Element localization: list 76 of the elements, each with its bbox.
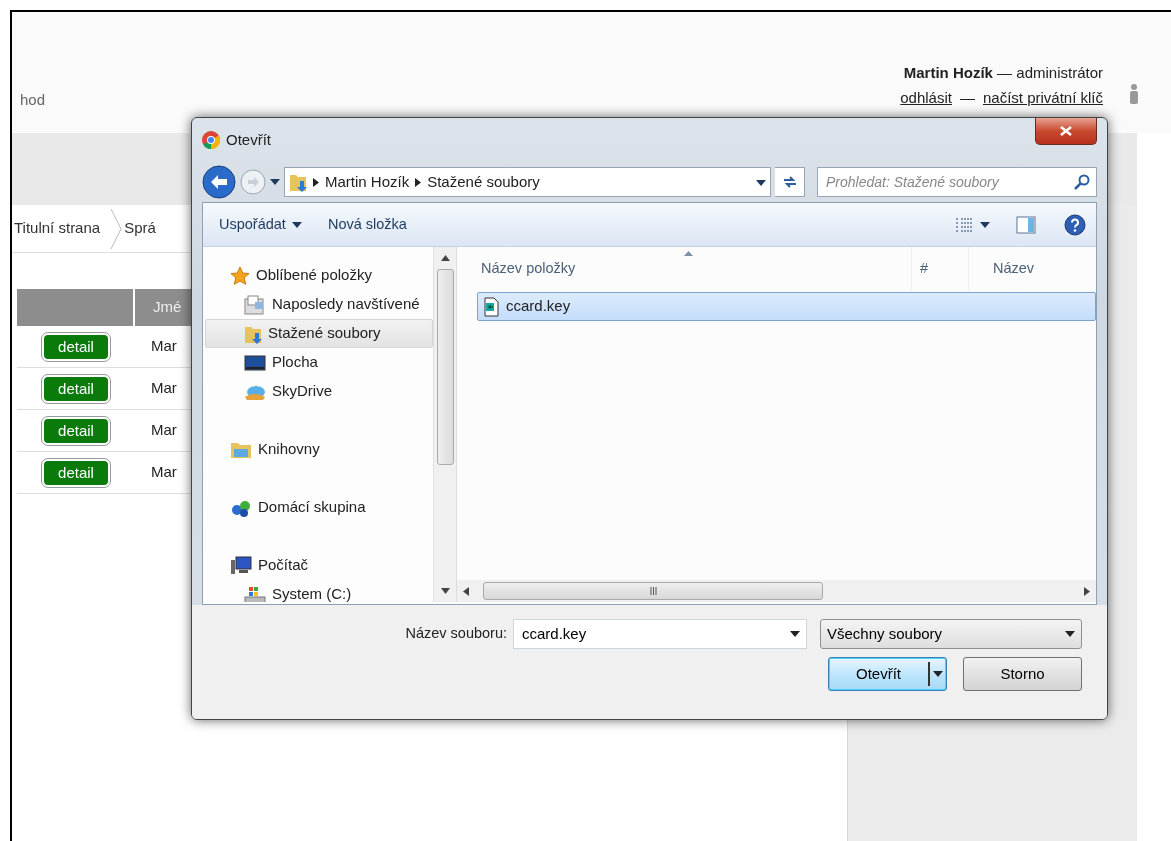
recent-places-icon	[244, 294, 266, 315]
private-key-link[interactable]: načíst privátní klíč	[982, 85, 1103, 110]
close-icon	[1060, 126, 1072, 136]
file-row[interactable]: ccard.key	[477, 292, 1096, 321]
library-folder-icon	[230, 440, 252, 459]
chevron-icon	[313, 177, 319, 187]
detail-button[interactable]: detail	[42, 332, 110, 361]
nav-item[interactable]: Stažené soubory	[205, 319, 433, 348]
back-button[interactable]	[202, 165, 236, 199]
help-icon[interactable]	[1064, 213, 1086, 236]
browser-logo-icon	[202, 131, 220, 149]
detail-button[interactable]: detail	[42, 416, 110, 445]
folder-icon	[289, 172, 307, 192]
grip-icon	[649, 587, 657, 595]
vertical-scrollbar[interactable]	[433, 247, 457, 602]
key-file-icon	[482, 296, 500, 317]
detail-button[interactable]: detail	[42, 458, 110, 487]
open-button[interactable]: Otevřít	[828, 657, 947, 691]
window-title: Otevřít	[226, 129, 271, 150]
caret-icon	[291, 221, 302, 228]
scroll-left-icon	[463, 586, 469, 596]
scroll-right-icon	[1084, 586, 1090, 596]
address-segment[interactable]: Martin Hozík	[325, 170, 410, 194]
breadcrumb-link[interactable]: Titulní strana	[12, 217, 111, 240]
star-icon	[230, 265, 250, 286]
column-header: Jmé	[152, 297, 182, 318]
horizontal-scrollbar[interactable]	[457, 580, 1096, 602]
nav-item[interactable]: SkyDrive	[205, 377, 433, 406]
refresh-button[interactable]	[775, 167, 805, 197]
organize-menu-button[interactable]: Uspořádat	[213, 210, 308, 239]
toolbar-button[interactable]: Nová složka	[321, 210, 413, 239]
caret-icon	[756, 179, 766, 186]
drive-icon	[244, 584, 266, 602]
user-info: Martin Hozík — administrátor	[902, 63, 1103, 83]
caret-icon	[1065, 631, 1075, 637]
nav-item[interactable]: Plocha	[205, 348, 433, 377]
filename-label: Název souboru:	[405, 624, 507, 644]
search-field[interactable]: Prohledat: Stažené soubory	[817, 167, 1097, 197]
computer-icon	[230, 555, 252, 576]
table-cell-text: Mar	[151, 336, 177, 357]
nav-item[interactable]: Knihovny	[205, 435, 433, 464]
close-button[interactable]	[1035, 118, 1097, 145]
caret-icon	[933, 671, 943, 677]
scroll-down-icon	[440, 588, 450, 594]
history-dropdown-button[interactable]	[270, 179, 280, 185]
view-list-icon[interactable]	[956, 217, 972, 232]
caret-icon	[980, 221, 990, 228]
nav-item[interactable]: System (C:)	[205, 580, 433, 602]
nav-item[interactable]: Počítač	[205, 551, 433, 580]
filename-input[interactable]: ccard.key	[520, 621, 790, 647]
table-cell-text: Mar	[151, 420, 177, 441]
scroll-up-icon	[440, 255, 450, 261]
cancel-button[interactable]: Storno	[963, 657, 1082, 691]
nav-item[interactable]: Domácí skupina	[205, 493, 433, 522]
filename-field[interactable]: ccard.key	[513, 619, 807, 649]
search-icon	[1074, 174, 1090, 190]
sort-ascending-icon	[684, 251, 693, 256]
separator-text: —	[959, 88, 975, 108]
breadcrumb-link[interactable]: Sprá	[122, 217, 166, 240]
breadcrumb-separator-icon	[110, 208, 123, 249]
chevron-icon	[415, 177, 422, 187]
nav-item[interactable]: Naposledy navštívené	[205, 290, 433, 319]
refresh-icon	[781, 175, 798, 189]
table-cell-text: Mar	[151, 462, 177, 483]
column-header[interactable]: Název	[969, 247, 1096, 292]
person-icon	[1129, 84, 1139, 104]
header-text: hod	[19, 89, 46, 110]
file-type-dropdown[interactable]: Všechny soubory	[820, 619, 1082, 649]
caret-icon	[790, 631, 800, 637]
nav-item[interactable]: Oblíbené položky	[205, 261, 433, 290]
table-cell-text: Mar	[151, 378, 177, 399]
detail-button[interactable]: detail	[42, 374, 110, 403]
address-segment[interactable]: Stažené soubory	[427, 170, 540, 194]
logout-link[interactable]: odhlásit	[900, 85, 952, 110]
address-bar[interactable]: Martin Hozík Stažené soubory	[284, 167, 771, 197]
desktop-icon	[244, 354, 266, 371]
